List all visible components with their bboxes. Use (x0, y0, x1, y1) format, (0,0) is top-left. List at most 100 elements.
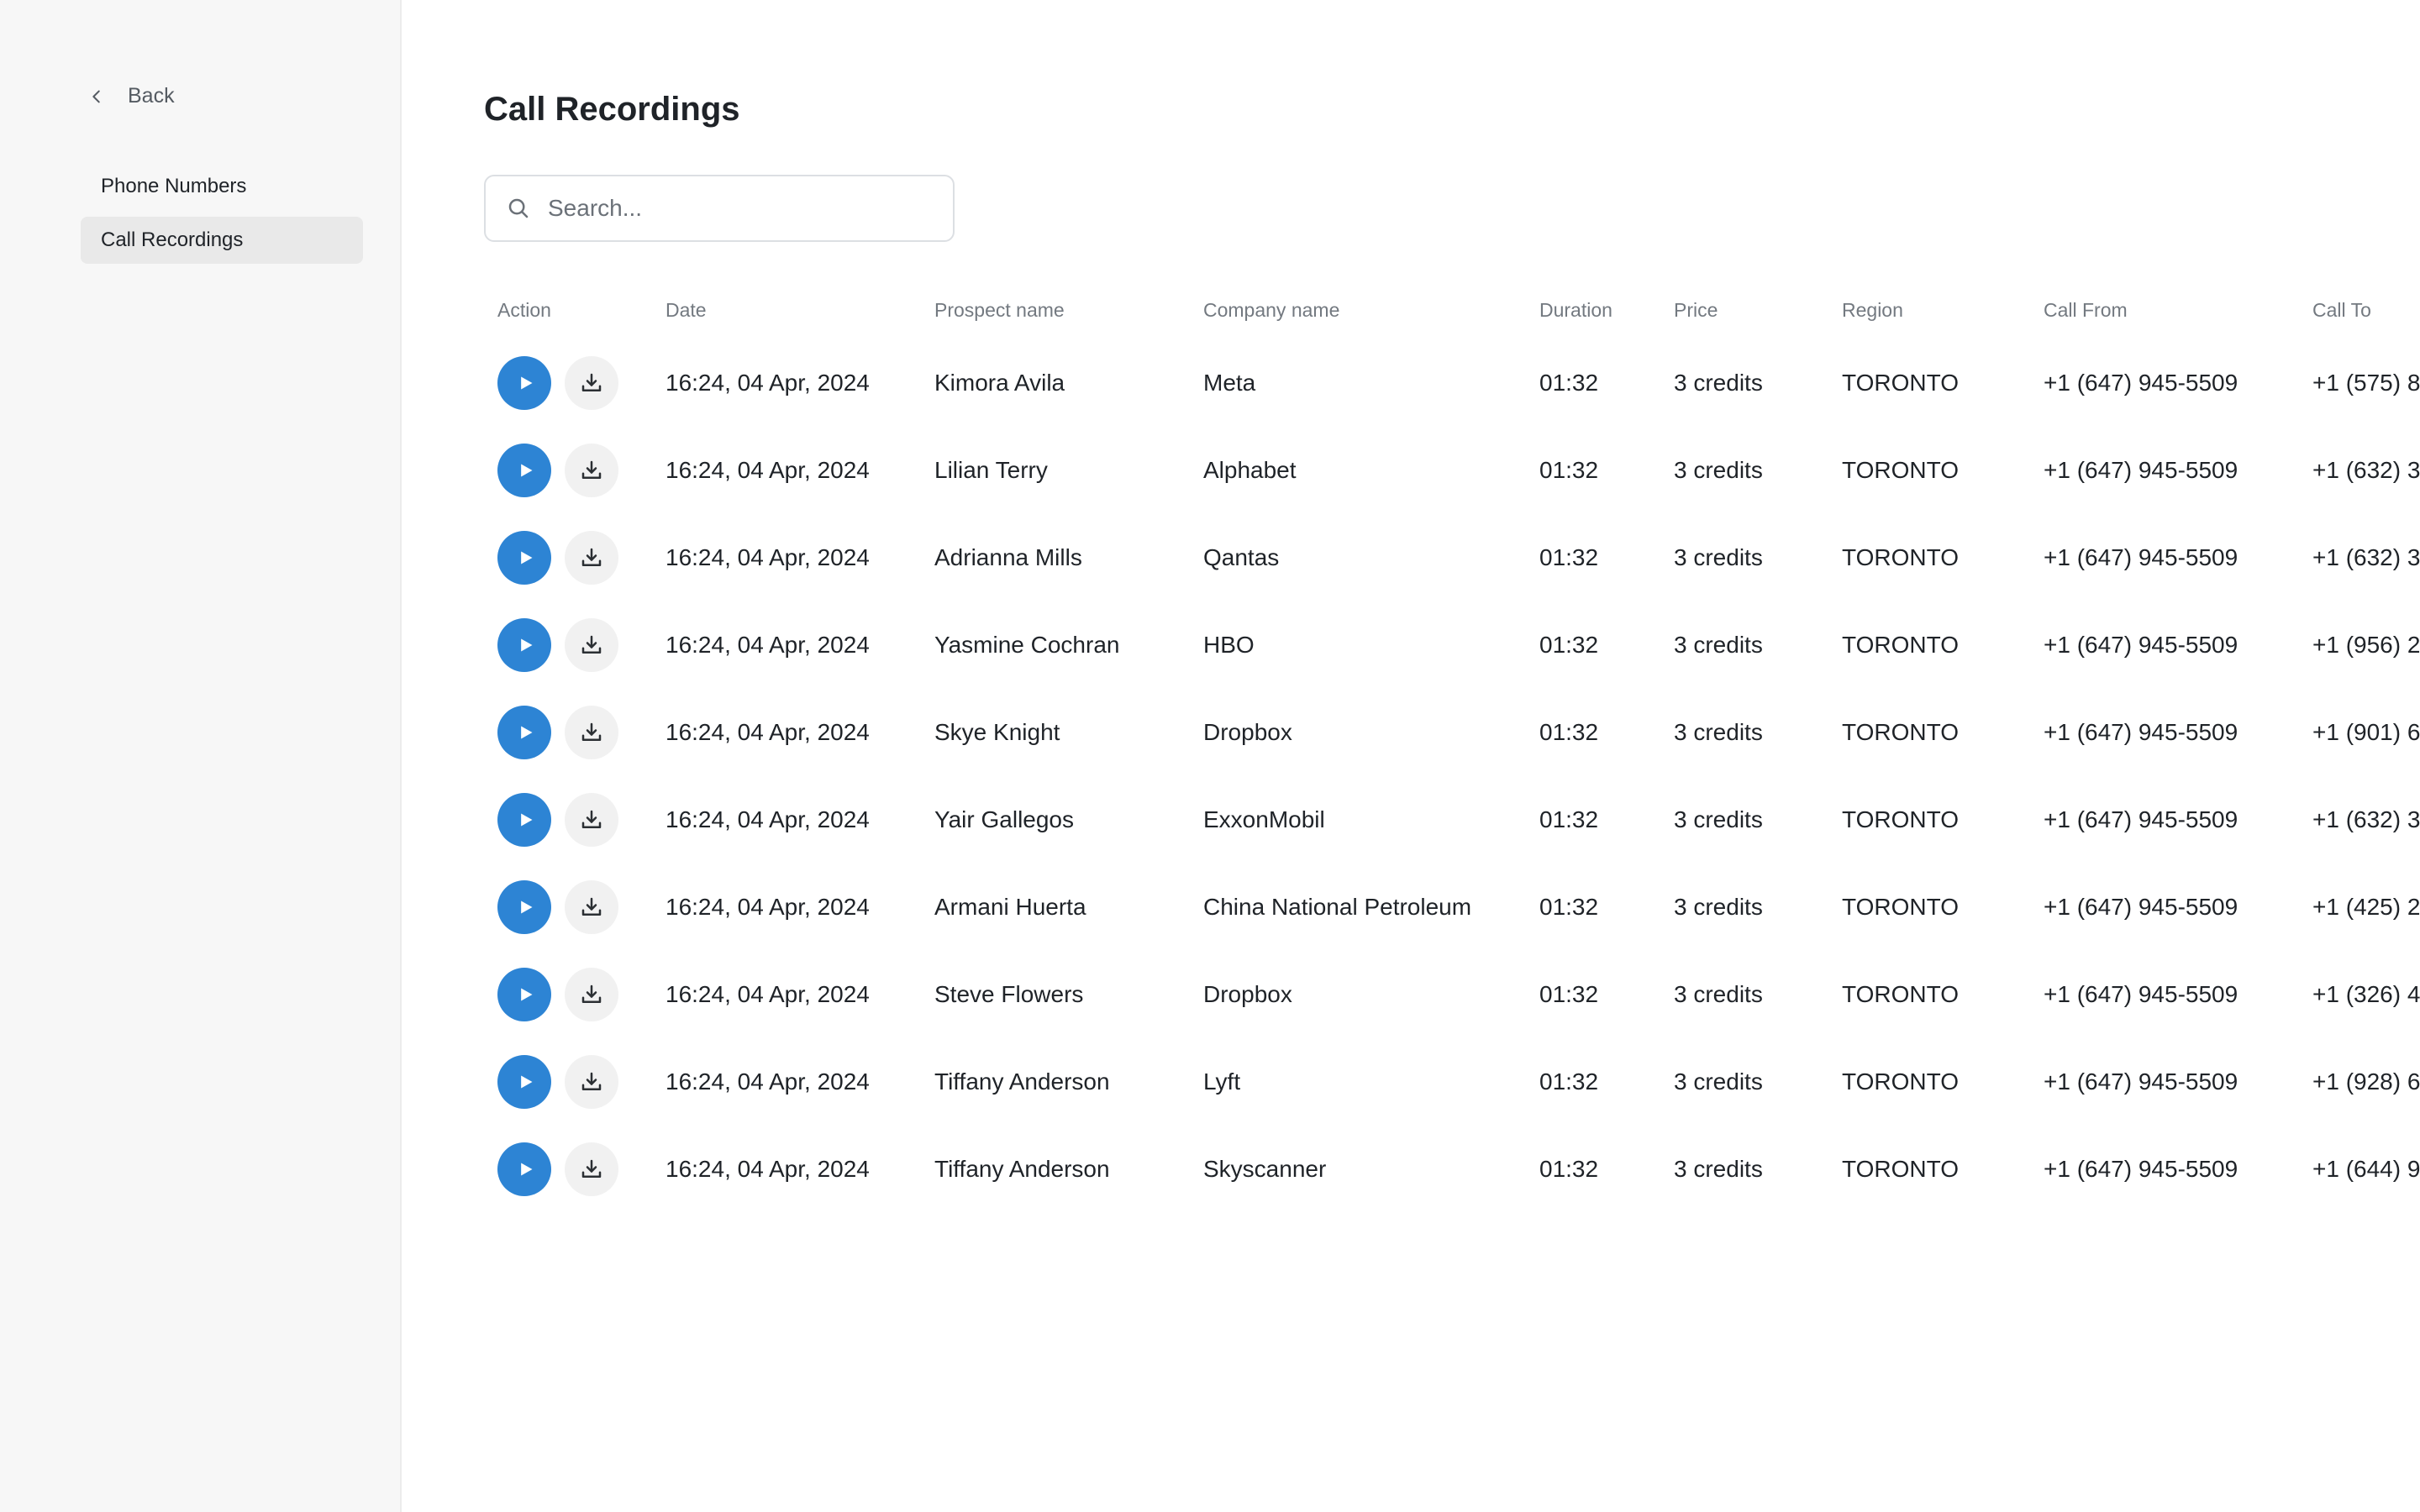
date-cell: 16:24, 04 Apr, 2024 (666, 632, 870, 658)
sidebar-item-call-recordings[interactable]: Call Recordings (81, 217, 363, 264)
column-header-company: Company name (1203, 298, 1340, 321)
duration-cell: 01:32 (1539, 370, 1599, 396)
duration-cell: 01:32 (1539, 806, 1599, 832)
prospect-name-cell: Armani Huerta (934, 894, 1086, 920)
price-cell: 3 credits (1674, 544, 1763, 570)
duration-cell: 01:32 (1539, 457, 1599, 483)
download-button[interactable] (565, 880, 618, 934)
play-button[interactable] (497, 531, 551, 585)
play-icon (521, 1075, 533, 1089)
price-cell: 3 credits (1674, 1156, 1763, 1182)
call-from-cell: +1 (647) 945-5509 (2044, 632, 2238, 658)
table-row: 16:24, 04 Apr, 2024 Steve Flowers Dropbo… (484, 951, 2420, 1038)
column-header-price: Price (1674, 298, 1718, 321)
call-to-cell: +1 (632) 3 (2312, 806, 2420, 832)
action-cell (484, 1038, 652, 1126)
call-to-cell: +1 (956) 2 (2312, 632, 2420, 658)
download-button[interactable] (565, 1055, 618, 1109)
download-button[interactable] (565, 706, 618, 759)
call-to-cell: +1 (326) 4 (2312, 981, 2420, 1007)
download-button[interactable] (565, 531, 618, 585)
back-label: Back (128, 84, 175, 108)
column-header-date: Date (666, 298, 707, 321)
company-name-cell: Lyft (1203, 1068, 1241, 1095)
back-button[interactable]: Back (87, 84, 175, 108)
date-cell: 16:24, 04 Apr, 2024 (666, 457, 870, 483)
download-button[interactable] (565, 356, 618, 410)
company-name-cell: HBO (1203, 632, 1255, 658)
date-cell: 16:24, 04 Apr, 2024 (666, 806, 870, 832)
download-button[interactable] (565, 1142, 618, 1196)
call-from-cell: +1 (647) 945-5509 (2044, 981, 2238, 1007)
call-to-cell: +1 (632) 3 (2312, 457, 2420, 483)
download-button[interactable] (565, 968, 618, 1021)
play-button[interactable] (497, 618, 551, 672)
action-cell (484, 689, 652, 776)
company-name-cell: Alphabet (1203, 457, 1297, 483)
download-icon (581, 722, 602, 741)
action-cell (484, 776, 652, 864)
action-cell (484, 339, 652, 427)
region-cell: TORONTO (1842, 894, 1959, 920)
price-cell: 3 credits (1674, 457, 1763, 483)
play-icon (521, 726, 533, 739)
play-icon (521, 376, 533, 390)
download-icon (581, 460, 602, 479)
company-name-cell: Dropbox (1203, 719, 1292, 745)
column-header-action: Action (497, 298, 551, 321)
download-icon (581, 373, 602, 391)
play-icon (521, 813, 533, 827)
action-cell (484, 427, 652, 514)
table-row: 16:24, 04 Apr, 2024 Kimora Avila Meta 01… (484, 339, 2420, 427)
prospect-name-cell: Yair Gallegos (934, 806, 1075, 832)
company-name-cell: Skyscanner (1203, 1156, 1327, 1182)
prospect-name-cell: Skye Knight (934, 719, 1060, 745)
table-row: 16:24, 04 Apr, 2024 Yasmine Cochran HBO … (484, 601, 2420, 689)
search-input[interactable] (546, 194, 953, 223)
table-row: 16:24, 04 Apr, 2024 Adrianna Mills Qanta… (484, 514, 2420, 601)
download-icon (581, 810, 602, 828)
prospect-name-cell: Tiffany Anderson (934, 1068, 1110, 1095)
play-button[interactable] (497, 1055, 551, 1109)
region-cell: TORONTO (1842, 370, 1959, 396)
table-row: 16:24, 04 Apr, 2024 Yair Gallegos ExxonM… (484, 776, 2420, 864)
region-cell: TORONTO (1842, 457, 1959, 483)
play-button[interactable] (497, 968, 551, 1021)
action-cell (484, 601, 652, 689)
play-icon (521, 464, 533, 477)
play-button[interactable] (497, 793, 551, 847)
download-button[interactable] (565, 793, 618, 847)
download-button[interactable] (565, 618, 618, 672)
download-icon (581, 984, 602, 1003)
call-to-cell: +1 (575) 8 (2312, 370, 2420, 396)
price-cell: 3 credits (1674, 370, 1763, 396)
call-to-cell: +1 (425) 2 (2312, 894, 2420, 920)
play-button[interactable] (497, 356, 551, 410)
play-icon (521, 638, 533, 652)
region-cell: TORONTO (1842, 806, 1959, 832)
date-cell: 16:24, 04 Apr, 2024 (666, 1068, 870, 1095)
call-from-cell: +1 (647) 945-5509 (2044, 894, 2238, 920)
play-icon (521, 551, 533, 564)
price-cell: 3 credits (1674, 1068, 1763, 1095)
search-box[interactable] (484, 175, 955, 242)
call-to-cell: +1 (901) 6 (2312, 719, 2420, 745)
play-button[interactable] (497, 444, 551, 497)
table-header-row: Action Date Prospect name Company name D… (484, 281, 2420, 339)
call-to-cell: +1 (644) 9 (2312, 1156, 2420, 1182)
table-row: 16:24, 04 Apr, 2024 Tiffany Anderson Lyf… (484, 1038, 2420, 1126)
call-from-cell: +1 (647) 945-5509 (2044, 544, 2238, 570)
sidebar-item-phone-numbers[interactable]: Phone Numbers (81, 163, 363, 210)
play-button[interactable] (497, 706, 551, 759)
download-icon (581, 1159, 602, 1178)
date-cell: 16:24, 04 Apr, 2024 (666, 544, 870, 570)
price-cell: 3 credits (1674, 719, 1763, 745)
sidebar-nav: Phone Numbers Call Recordings (81, 163, 363, 270)
region-cell: TORONTO (1842, 544, 1959, 570)
table-row: 16:24, 04 Apr, 2024 Armani Huerta China … (484, 864, 2420, 951)
prospect-name-cell: Adrianna Mills (934, 544, 1082, 570)
play-button[interactable] (497, 880, 551, 934)
region-cell: TORONTO (1842, 1156, 1959, 1182)
play-button[interactable] (497, 1142, 551, 1196)
download-button[interactable] (565, 444, 618, 497)
